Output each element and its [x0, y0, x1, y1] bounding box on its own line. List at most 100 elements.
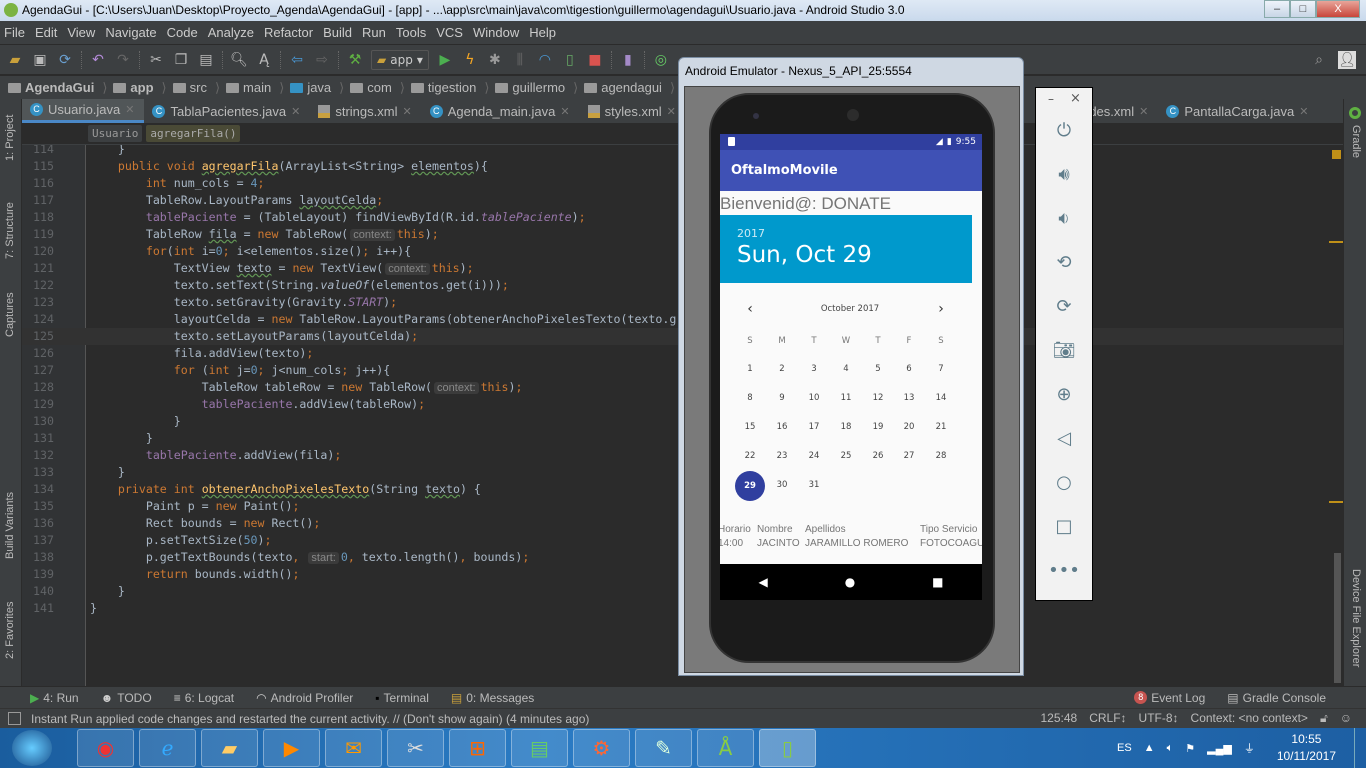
close-tab-icon[interactable]: ✕: [291, 105, 300, 118]
line-separator[interactable]: CRLF↕: [1089, 711, 1126, 726]
media-player-taskbar-icon[interactable]: ▶: [263, 729, 320, 767]
redo-icon[interactable]: ↷: [114, 51, 132, 69]
power-plug-icon[interactable]: ⏚: [1244, 740, 1255, 756]
run-config-select[interactable]: ▰ app ▾: [371, 49, 429, 70]
tool-device-file-explorer[interactable]: Device File Explorer: [1350, 569, 1362, 667]
prev-month-chevron-icon[interactable]: ‹: [738, 301, 762, 317]
menu-edit[interactable]: Edit: [35, 25, 57, 40]
tab-tablapacientes-java[interactable]: C TablaPacientes.java ✕: [144, 99, 310, 123]
close-tab-icon[interactable]: ✕: [1299, 105, 1308, 118]
calendar-day[interactable]: 28: [929, 451, 953, 461]
calendar-day[interactable]: 18: [834, 422, 858, 432]
tray-expand-icon[interactable]: ▲: [1144, 742, 1155, 754]
calendar-day[interactable]: 31: [802, 480, 826, 490]
home-icon[interactable]: ○: [1036, 472, 1092, 493]
tab-styles-xml[interactable]: styles.xml ✕: [580, 99, 686, 123]
undo-icon[interactable]: ↶: [89, 51, 107, 69]
menu-code[interactable]: Code: [167, 25, 198, 40]
status-message[interactable]: Instant Run applied code changes and res…: [31, 712, 589, 726]
zoom-icon[interactable]: ⊕: [1036, 384, 1092, 405]
back-icon[interactable]: ◁: [1036, 428, 1092, 449]
emulator-taskbar-icon[interactable]: ▯: [759, 729, 816, 767]
calendar-day[interactable]: 25: [834, 451, 858, 461]
menu-navigate[interactable]: Navigate: [105, 25, 156, 40]
menu-run[interactable]: Run: [362, 25, 386, 40]
close-tab-icon[interactable]: ✕: [667, 105, 676, 118]
snipping-tool-taskbar-icon[interactable]: ✂: [387, 729, 444, 767]
paste-icon[interactable]: ▤: [197, 51, 215, 69]
lock-icon[interactable]: 🔓︎: [1320, 711, 1328, 726]
nav-home-icon[interactable]: ●: [845, 575, 855, 589]
calendar-day[interactable]: 1: [738, 364, 762, 374]
calendar-day[interactable]: 4: [834, 364, 858, 374]
tool-android-profiler[interactable]: ◠ Android Profiler: [256, 691, 353, 705]
android-studio-taskbar-icon[interactable]: Å: [697, 729, 754, 767]
close-button[interactable]: X: [1316, 0, 1360, 18]
outlook-taskbar-icon[interactable]: ✉: [325, 729, 382, 767]
calendar-day[interactable]: 12: [866, 393, 890, 403]
show-desktop-button[interactable]: [1354, 728, 1366, 768]
breadcrumb-item[interactable]: guillermo ⟩: [495, 80, 578, 96]
warning-marker[interactable]: [1332, 150, 1341, 159]
volume-up-icon[interactable]: 🔊︎: [1036, 164, 1092, 185]
calendar-day[interactable]: 3: [802, 364, 826, 374]
forward-icon[interactable]: ⇨: [313, 51, 331, 69]
apply-changes-icon[interactable]: ϟ: [461, 51, 479, 69]
tool-project[interactable]: 1: Project: [4, 115, 16, 161]
chrome-taskbar-icon[interactable]: ◉: [77, 729, 134, 767]
cut-icon[interactable]: ✂: [147, 51, 165, 69]
phone-screen[interactable]: ◢ ▮ 9:55 OftalmoMovile Bienvenid@: DONAT…: [720, 134, 982, 600]
tool-gradle[interactable]: Gradle: [1350, 125, 1362, 158]
volume-icon[interactable]: 🔈︎: [1167, 742, 1174, 755]
warning-marker[interactable]: [1329, 501, 1343, 503]
menu-vcs[interactable]: VCS: [436, 25, 463, 40]
breadcrumb-item[interactable]: AgendaGui ⟩: [8, 80, 107, 96]
close-tab-icon[interactable]: ✕: [402, 105, 411, 118]
file-encoding[interactable]: UTF-8↕: [1139, 711, 1179, 726]
tab-agenda_main-java[interactable]: C Agenda_main.java ✕: [422, 99, 580, 123]
tab-strings-xml[interactable]: strings.xml ✕: [310, 99, 421, 123]
calendar-day[interactable]: 30: [770, 480, 794, 490]
calendar-day[interactable]: 27: [897, 451, 921, 461]
close-tab-icon[interactable]: ✕: [1139, 105, 1148, 118]
attach-debugger-icon[interactable]: ⫼: [511, 51, 529, 69]
menu-window[interactable]: Window: [473, 25, 519, 40]
inspector-icon[interactable]: ☺: [1340, 711, 1352, 726]
action-center-flag-icon[interactable]: ⚑: [1185, 742, 1195, 755]
calendar-day[interactable]: 17: [802, 422, 826, 432]
calendar-day[interactable]: 10: [802, 393, 826, 403]
tool-structure[interactable]: 7: Structure: [4, 202, 16, 259]
tool-windows-toggle-icon[interactable]: [8, 712, 21, 725]
rotate-left-icon[interactable]: ⟲: [1036, 252, 1092, 273]
nav-recents-icon[interactable]: ■: [932, 575, 943, 589]
calendar-day[interactable]: 16: [770, 422, 794, 432]
volume-down-icon[interactable]: 🔉︎: [1036, 208, 1092, 229]
calendar-day[interactable]: 15: [738, 422, 762, 432]
calendar-day[interactable]: 23: [770, 451, 794, 461]
calendar-day[interactable]: 24: [802, 451, 826, 461]
warning-marker[interactable]: [1329, 241, 1343, 243]
start-button[interactable]: [12, 730, 52, 766]
more-icon[interactable]: •••: [1036, 560, 1092, 581]
breadcrumb-item[interactable]: src ⟩: [172, 80, 220, 96]
tool-captures[interactable]: Captures: [4, 292, 16, 337]
tool-terminal[interactable]: ▪ Terminal: [375, 691, 429, 705]
cursor-position[interactable]: 125:48: [1040, 711, 1077, 726]
calendar-day[interactable]: 13: [897, 393, 921, 403]
menu-refactor[interactable]: Refactor: [264, 25, 313, 40]
overview-icon[interactable]: □: [1036, 516, 1092, 537]
close-tab-icon[interactable]: ✕: [560, 105, 569, 118]
xampp-taskbar-icon[interactable]: ⊞: [449, 729, 506, 767]
device-icon[interactable]: ▯: [561, 51, 579, 69]
menu-tools[interactable]: Tools: [396, 25, 426, 40]
menu-help[interactable]: Help: [529, 25, 556, 40]
menu-file[interactable]: File: [4, 25, 25, 40]
nav-back-icon[interactable]: ◀: [758, 575, 767, 589]
find-icon[interactable]: 🔍︎: [230, 51, 248, 69]
minimize-button[interactable]: –: [1264, 0, 1290, 18]
vertical-scrollbar[interactable]: [1334, 553, 1341, 683]
camera-icon[interactable]: 📷︎: [1036, 340, 1092, 361]
menu-build[interactable]: Build: [323, 25, 352, 40]
calendar-day[interactable]: 9: [770, 393, 794, 403]
calendar-day[interactable]: 2: [770, 364, 794, 374]
